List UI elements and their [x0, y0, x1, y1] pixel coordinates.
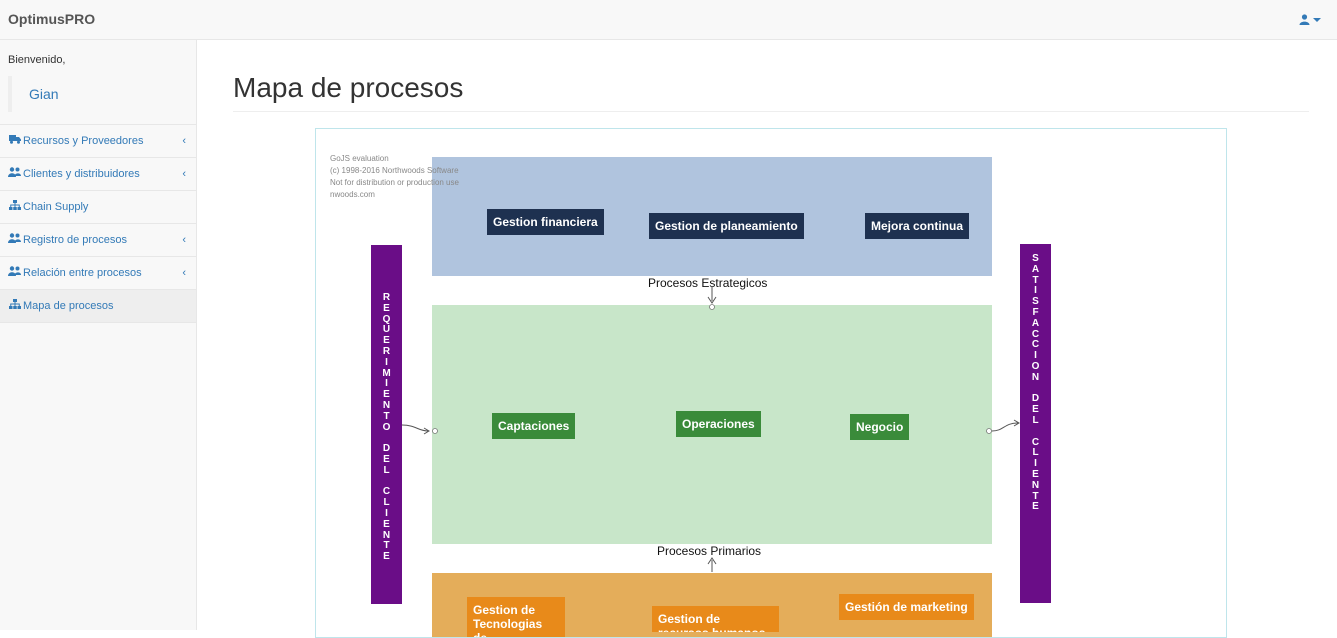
page-title: Mapa de procesos [233, 72, 464, 103]
process-map-diagram[interactable]: GoJS evaluation (c) 1998-2016 Northwoods… [315, 128, 1227, 638]
top-navbar: OptimusPRO [0, 0, 1337, 40]
sidebar-item-clientes-distribuidores[interactable]: Clientes y distribuidores ‹ [0, 158, 196, 191]
user-menu-button[interactable] [1299, 12, 1321, 26]
sidebar: Bienvenido, Gian Recursos y Proveedores … [0, 40, 197, 630]
sidebar-item-registro-procesos[interactable]: Registro de procesos ‹ [0, 224, 196, 257]
sidebar-item-chain-supply[interactable]: Chain Supply [0, 191, 196, 224]
sidebar-item-label: Chain Supply [23, 201, 89, 213]
sidebar-item-label: Recursos y Proveedores [23, 135, 144, 147]
sidebar-menu: Recursos y Proveedores ‹ Clientes y dist… [0, 124, 196, 323]
sidebar-item-mapa-procesos[interactable]: Mapa de procesos [0, 290, 196, 323]
welcome-text: Bienvenido, [8, 54, 66, 66]
user-icon [1299, 14, 1310, 26]
chevron-left-icon: ‹ [182, 168, 186, 180]
sidebar-item-label: Relación entre procesos [23, 267, 142, 279]
chevron-left-icon: ‹ [182, 234, 186, 246]
users-icon [8, 158, 21, 191]
sitemap-icon [8, 191, 21, 224]
sitemap-icon [8, 290, 21, 323]
sidebar-item-recursos-proveedores[interactable]: Recursos y Proveedores ‹ [0, 125, 196, 158]
connector-links [401, 286, 1020, 572]
main-content: Mapa de procesos GoJS evaluation (c) 199… [197, 40, 1337, 638]
brand-logo[interactable]: OptimusPRO [8, 11, 95, 27]
title-divider [233, 111, 1309, 112]
chevron-left-icon: ‹ [182, 135, 186, 147]
sidebar-item-label: Registro de procesos [23, 234, 127, 246]
truck-icon [8, 125, 21, 158]
sidebar-item-relacion-procesos[interactable]: Relación entre procesos ‹ [0, 257, 196, 290]
chevron-left-icon: ‹ [182, 267, 186, 279]
username: Gian [8, 76, 188, 112]
sidebar-item-label: Clientes y distribuidores [23, 168, 140, 180]
caret-down-icon [1313, 17, 1321, 22]
users-icon [8, 224, 21, 257]
sidebar-item-label: Mapa de procesos [23, 300, 114, 312]
users-icon [8, 257, 21, 290]
